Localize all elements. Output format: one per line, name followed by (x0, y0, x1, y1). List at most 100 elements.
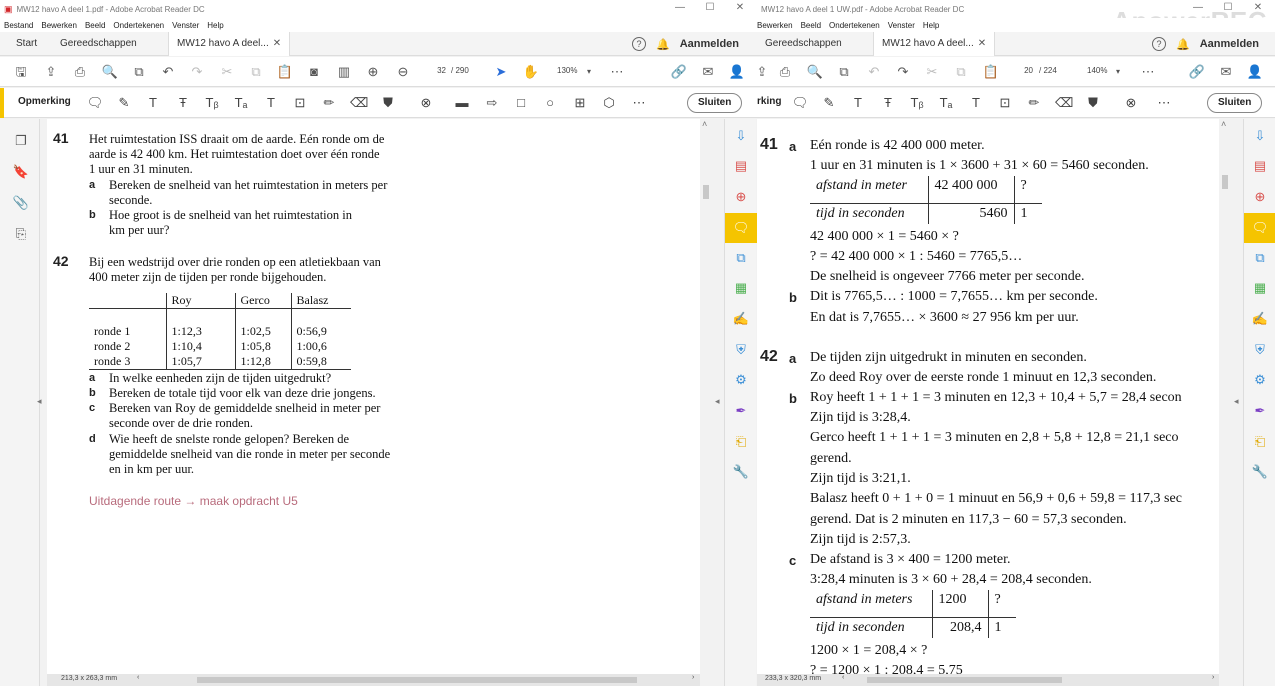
polygon-icon[interactable]: ⬡ (600, 94, 618, 112)
challenge-route-link[interactable]: Uitdagende route → maak opdracht U5 (89, 494, 298, 508)
paste-icon[interactable]: 📋 (276, 63, 294, 81)
print-icon[interactable]: ⎙ (71, 63, 89, 81)
search-icon[interactable]: 🔍 (101, 63, 119, 81)
highlight-icon[interactable]: ✎ (820, 94, 838, 112)
menu-bestand[interactable]: Bestand (0, 21, 37, 30)
hand-tool-icon[interactable]: ✋ (522, 63, 540, 81)
email-icon[interactable]: ✉ (1217, 63, 1235, 81)
stamp-icon[interactable]: ⛊ (379, 94, 397, 112)
scrollbar-thumb[interactable] (703, 185, 709, 199)
attach-icon[interactable]: ⊗ (417, 94, 435, 112)
tab-document[interactable]: MW12 havo A deel... ✕ (873, 32, 996, 56)
page-down-icon[interactable]: ⊖ (394, 63, 412, 81)
close-tab-icon[interactable]: ✕ (978, 38, 986, 49)
strikethrough-icon[interactable]: Ŧ (879, 94, 897, 112)
upload-cloud-icon[interactable]: ⇪ (42, 63, 60, 81)
redo-icon[interactable]: ↷ (188, 63, 206, 81)
paste-icon[interactable]: 📋 (982, 63, 1000, 81)
select-cursor-icon[interactable]: ➤ (492, 63, 510, 81)
tab-start[interactable]: Start (8, 32, 45, 56)
scrollbar-thumb[interactable] (1222, 175, 1228, 189)
close-window-button[interactable]: ✕ (725, 0, 755, 18)
notifications-bell-icon[interactable]: 🔔 (1176, 38, 1190, 51)
scan-icon[interactable]: ⧉ (130, 63, 148, 81)
shapes-icon[interactable]: ⊞ (571, 94, 589, 112)
redo-icon[interactable]: ↷ (894, 63, 912, 81)
eraser-icon[interactable]: ⌫ (1055, 94, 1073, 112)
arrow-icon[interactable]: ⇨ (483, 94, 501, 112)
edit-pdf-icon[interactable]: ▤ (732, 157, 750, 175)
menu-beeld[interactable]: Beeld (797, 21, 825, 30)
optimize-icon[interactable]: ⚙ (732, 371, 750, 389)
print-icon[interactable]: ⎙ (776, 63, 794, 81)
stamp-icon[interactable]: ⛊ (1084, 94, 1102, 112)
send-review-icon[interactable]: ⎗ (732, 433, 750, 451)
fill-sign-icon[interactable]: ✍ (732, 310, 750, 328)
oval-icon[interactable]: ○ (541, 94, 559, 112)
more-comment-tools-icon[interactable]: ⋯ (1155, 94, 1173, 112)
minimize-button[interactable]: — (665, 0, 695, 18)
copy-icon[interactable]: ⧉ (247, 63, 265, 81)
expand-right-pane-icon[interactable]: ◂ (1234, 396, 1239, 407)
more-tools-rail-icon[interactable]: 🔧 (1251, 463, 1269, 481)
pencil-icon[interactable]: ✏ (1025, 94, 1043, 112)
link-icon[interactable]: 🔗 (1188, 63, 1206, 81)
scroll-right-icon[interactable]: › (692, 674, 694, 681)
horizontal-scrollbar-thumb[interactable] (197, 677, 637, 683)
line-icon[interactable]: ▬ (453, 94, 471, 112)
rectangle-icon[interactable]: □ (512, 94, 530, 112)
more-tools-icon[interactable]: ⋯ (608, 63, 626, 81)
replace-text-icon[interactable]: Tᵦ (908, 94, 926, 112)
export-pdf-icon[interactable]: ⇩ (732, 127, 750, 145)
maximize-button[interactable]: ☐ (695, 0, 725, 18)
compare-icon[interactable]: ▥ (335, 63, 353, 81)
add-user-icon[interactable]: 👤 (1246, 63, 1264, 81)
create-pdf-icon[interactable]: ⊕ (1251, 188, 1269, 206)
tab-document[interactable]: MW12 havo A deel... ✕ (168, 32, 291, 56)
cut-icon[interactable]: ✂ (218, 63, 236, 81)
combine-files-icon[interactable]: ⧉ (732, 249, 750, 267)
text-box-icon[interactable]: ⊡ (291, 94, 309, 112)
bookmark-icon[interactable]: 🔖 (12, 164, 30, 182)
zoom-level[interactable]: 130% (557, 66, 577, 75)
organize-pages-icon[interactable]: ▦ (1251, 279, 1269, 297)
scroll-right-icon[interactable]: › (1212, 674, 1214, 681)
add-text-icon[interactable]: T (262, 94, 280, 112)
zoom-dropdown-icon[interactable]: ▾ (1109, 63, 1127, 81)
zoom-dropdown-icon[interactable]: ▾ (580, 63, 598, 81)
menu-help[interactable]: Help (203, 21, 227, 30)
right-vertical-scrollbar[interactable]: ˄ (1221, 119, 1229, 674)
undo-icon[interactable]: ↶ (159, 63, 177, 81)
more-tools-icon[interactable]: ⋯ (1139, 63, 1157, 81)
menu-help[interactable]: Help (919, 21, 943, 30)
send-for-signature-icon[interactable]: ✒ (732, 402, 750, 420)
replace-text-icon[interactable]: Tᵦ (203, 94, 221, 112)
email-icon[interactable]: ✉ (699, 63, 717, 81)
strikethrough-icon[interactable]: Ŧ (174, 94, 192, 112)
left-vertical-scrollbar[interactable]: ˄ (702, 119, 710, 674)
edit-pdf-icon[interactable]: ▤ (1251, 157, 1269, 175)
scroll-up-icon[interactable]: ˄ (702, 119, 707, 129)
protect-icon[interactable]: ⛨ (732, 341, 750, 359)
sign-in-button[interactable]: Aanmelden (1200, 38, 1259, 50)
menu-venster[interactable]: Venster (168, 21, 203, 30)
undo-icon[interactable]: ↶ (865, 63, 883, 81)
zoom-level[interactable]: 140% (1087, 66, 1107, 75)
page-up-icon[interactable]: ⊕ (364, 63, 382, 81)
combine-files-icon[interactable]: ⧉ (1251, 249, 1269, 267)
menu-beeld[interactable]: Beeld (81, 21, 109, 30)
scroll-up-icon[interactable]: ˄ (1221, 119, 1226, 129)
sticky-note-icon[interactable]: 🗨 (86, 94, 104, 112)
expand-right-pane-icon[interactable]: ◂ (715, 396, 720, 407)
notifications-bell-icon[interactable]: 🔔 (656, 38, 670, 51)
insert-text-icon[interactable]: Tₐ (232, 94, 250, 112)
tab-tools[interactable]: Gereedschappen (757, 32, 850, 56)
send-for-signature-icon[interactable]: ✒ (1251, 402, 1269, 420)
attach-icon[interactable]: ⊗ (1122, 94, 1140, 112)
insert-text-icon[interactable]: Tₐ (937, 94, 955, 112)
sticky-note-icon[interactable]: 🗨 (791, 94, 809, 112)
screenshot-icon[interactable]: ◙ (305, 63, 323, 81)
page-thumbnails-icon[interactable]: ❐ (12, 133, 30, 151)
link-icon[interactable]: 🔗 (670, 63, 688, 81)
add-user-icon[interactable]: 👤 (728, 63, 746, 81)
